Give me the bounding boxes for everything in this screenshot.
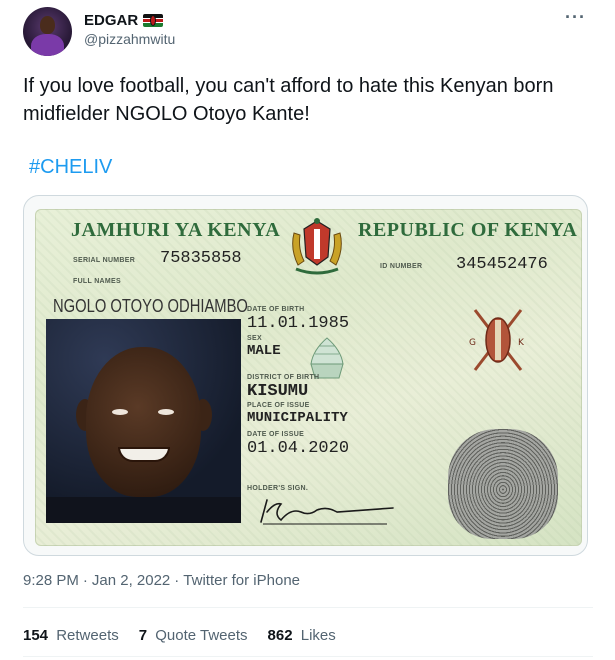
avatar[interactable] — [23, 7, 72, 56]
dob-label: DATE OF BIRTH — [247, 306, 305, 313]
tweet-date[interactable]: Jan 2, 2022 — [92, 572, 170, 589]
district-value: KISUMU — [247, 382, 309, 401]
district-label: DISTRICT OF BIRTH — [247, 374, 320, 381]
id-card-image: JAMHURI YA KENYA REPUBLIC OF KENYA SERIA… — [35, 209, 582, 546]
serial-number-label: SERIAL NUMBER — [73, 257, 136, 264]
meta-separator: · — [174, 572, 180, 589]
place-of-issue-label: PLACE OF ISSUE — [247, 402, 310, 409]
tweet-meta: 9:28 PM · Jan 2, 2022 · Twitter for iPho… — [23, 572, 300, 589]
tweet-time[interactable]: 9:28 PM — [23, 572, 79, 589]
meta-separator: · — [82, 572, 88, 589]
author-name[interactable]: EDGAR — [84, 12, 138, 29]
place-of-issue-value: MUNICIPALITY — [247, 410, 348, 426]
id-photo — [46, 319, 241, 523]
retweets-stat[interactable]: 154 Retweets — [23, 627, 119, 644]
sex-label: SEX — [247, 335, 262, 342]
quote-tweets-count: 7 — [138, 627, 148, 644]
retweets-count: 154 — [23, 627, 49, 644]
issue-date-value: 01.04.2020 — [247, 439, 350, 458]
svg-text:K: K — [518, 338, 525, 348]
tweet-text: If you love football, you can't afford t… — [23, 75, 554, 125]
signature-icon — [260, 499, 394, 525]
likes-stat[interactable]: 862 Likes — [268, 627, 336, 644]
id-card-header-right: REPUBLIC OF KENYA — [358, 219, 578, 241]
dob-value: 11.01.1985 — [247, 314, 350, 333]
likes-label: Likes — [300, 627, 336, 644]
shield-spears-icon: G K — [469, 309, 525, 371]
id-number-label: ID NUMBER — [380, 263, 423, 270]
tweet-stats: 154 Retweets 7 Quote Tweets 862 Likes — [23, 627, 336, 644]
quote-tweets-stat[interactable]: 7 Quote Tweets — [139, 627, 248, 644]
svg-text:G: G — [469, 338, 476, 348]
divider — [23, 656, 593, 657]
avatar-body — [31, 34, 64, 56]
tweet-media[interactable]: JAMHURI YA KENYA REPUBLIC OF KENYA SERIA… — [23, 195, 588, 556]
thumbprint-icon — [448, 429, 558, 539]
sex-value: MALE — [247, 343, 281, 359]
issue-date-label: DATE OF ISSUE — [247, 431, 305, 438]
tweet: EDGAR @pizzahmwitu ··· If you love footb… — [0, 0, 615, 660]
serial-number: 75835858 — [160, 249, 242, 268]
full-names: NGOLO OTOYO ODHIAMBO — [53, 296, 248, 316]
tweet-source[interactable]: Twitter for iPhone — [183, 572, 300, 589]
quote-tweets-label: Quote Tweets — [155, 627, 248, 644]
author-handle[interactable]: @pizzahmwitu — [84, 31, 175, 47]
holder-sign-label: HOLDER'S SIGN. — [247, 485, 309, 492]
kenya-flag-icon — [143, 13, 164, 27]
likes-count: 862 — [267, 627, 293, 644]
more-options-icon[interactable]: ··· — [565, 8, 586, 26]
id-card-header-left: JAMHURI YA KENYA — [71, 219, 281, 241]
full-names-label: FULL NAMES — [73, 278, 121, 285]
hashtag-link[interactable]: #CHELIV — [29, 156, 112, 179]
avatar-head — [40, 16, 55, 34]
retweets-label: Retweets — [56, 627, 119, 644]
author-name-row: EDGAR — [84, 11, 164, 29]
divider — [23, 607, 593, 608]
coat-of-arms-icon — [292, 218, 342, 275]
id-number: 345452476 — [456, 255, 548, 274]
